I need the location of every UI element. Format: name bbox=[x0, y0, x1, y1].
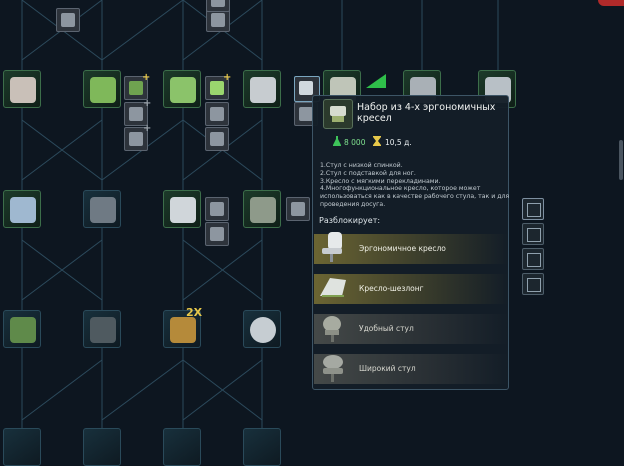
tech-node-tanks[interactable] bbox=[243, 70, 281, 108]
description-line: 1.Стул с низкой спинкой. bbox=[320, 162, 403, 169]
tech-node-bed[interactable] bbox=[3, 190, 41, 228]
multiplier-badge: 2X bbox=[186, 306, 203, 319]
description-line: проведения досуга. bbox=[320, 200, 386, 208]
popup-description: 1.Стул с низкой спинкой. 2.Стул с подста… bbox=[320, 162, 510, 209]
research-cost: 8 000 bbox=[344, 138, 366, 147]
tech-item-small[interactable] bbox=[206, 0, 230, 12]
tech-item-small[interactable] bbox=[286, 197, 310, 221]
unlock-item[interactable]: Широкий стул bbox=[314, 354, 508, 384]
tech-node-battery-pack[interactable] bbox=[163, 70, 201, 108]
unlock-item[interactable]: Эргономичное кресло bbox=[314, 232, 508, 264]
tech-item-small[interactable] bbox=[205, 127, 229, 151]
unlock-item-label: Эргономичное кресло bbox=[359, 244, 446, 253]
tech-node-battery[interactable] bbox=[83, 70, 121, 108]
plus-badge: + bbox=[142, 72, 151, 83]
hourglass-icon bbox=[373, 136, 381, 146]
tech-item-small[interactable] bbox=[205, 102, 229, 126]
research-flask-icon bbox=[333, 136, 341, 146]
tech-node-boots[interactable] bbox=[3, 70, 41, 108]
tech-item-small[interactable] bbox=[205, 197, 229, 221]
description-line: использоваться как в качестве рабочего с… bbox=[320, 193, 510, 201]
tech-node-plant[interactable] bbox=[3, 310, 41, 348]
ergonomic-chair-icon bbox=[322, 232, 342, 262]
unlock-item-label: Кресло-шезлонг bbox=[359, 284, 424, 293]
close-indicator[interactable] bbox=[598, 0, 624, 6]
tech-node-pipe[interactable] bbox=[83, 310, 121, 348]
plus-badge: + bbox=[223, 72, 232, 83]
plus-badge: + bbox=[143, 98, 152, 109]
description-line: 2.Стул с подставкой для ног. bbox=[320, 169, 416, 177]
tech-node-tool[interactable] bbox=[83, 190, 121, 228]
tech-item-small[interactable] bbox=[56, 8, 80, 32]
unlock-item-label: Широкий стул bbox=[359, 364, 416, 373]
scrollbar[interactable] bbox=[619, 140, 623, 180]
comfy-chair-icon bbox=[323, 316, 341, 342]
popup-title: Набор из 4-х эргономичных кресел bbox=[357, 102, 496, 124]
side-item[interactable] bbox=[522, 198, 544, 220]
tech-item-small[interactable] bbox=[205, 222, 229, 246]
tech-node-container[interactable] bbox=[163, 190, 201, 228]
side-item[interactable] bbox=[522, 223, 544, 245]
tech-node-circuit[interactable] bbox=[243, 190, 281, 228]
description-line: 3.Кресло с мягкими перекладинами. bbox=[320, 177, 441, 185]
unlock-item[interactable]: Кресло-шезлонг bbox=[314, 274, 508, 304]
wide-chair-icon bbox=[323, 355, 343, 382]
unlock-item-label: Удобный стул bbox=[359, 324, 414, 333]
tech-tooltip-popup: Набор из 4-х эргономичных кресел 8 000 1… bbox=[312, 95, 509, 390]
side-item[interactable] bbox=[522, 273, 544, 295]
research-time: 10,5 д. bbox=[385, 138, 412, 147]
side-item[interactable] bbox=[522, 248, 544, 270]
lounge-chair-icon bbox=[320, 278, 346, 297]
tech-node-lamp[interactable] bbox=[243, 310, 281, 348]
plus-badge: + bbox=[143, 123, 152, 134]
unlocks-heading: Разблокирует: bbox=[319, 216, 381, 225]
unlock-item[interactable]: Удобный стул bbox=[314, 314, 508, 344]
chair-set-icon bbox=[323, 99, 353, 129]
